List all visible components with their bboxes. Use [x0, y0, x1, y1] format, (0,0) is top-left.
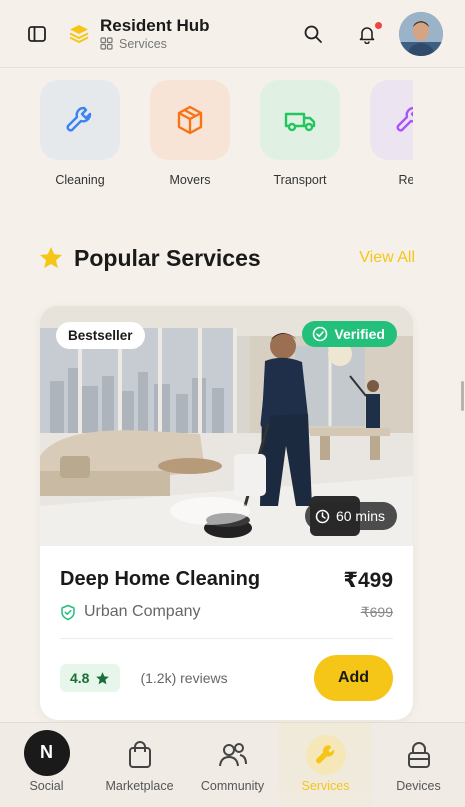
add-button[interactable]: Add [314, 655, 393, 701]
verified-label: Verified [334, 326, 385, 342]
box-icon [177, 105, 203, 135]
notifications-button[interactable] [349, 16, 385, 52]
wrench-icon [305, 735, 346, 775]
category-label: Rep [398, 173, 413, 187]
duration-badge: 60 mins [304, 502, 397, 530]
service-card[interactable]: Bestseller Verified 60 mins Deep Home Cl… [40, 306, 413, 720]
shopping-bag-icon [128, 741, 151, 768]
verified-badge: Verified [302, 321, 397, 347]
app-title: Resident Hub [100, 16, 210, 35]
rating-badge: 4.8 [60, 664, 121, 692]
category-tile [370, 80, 413, 160]
original-price: ₹699 [360, 603, 393, 620]
top-header: Resident Hub Services [0, 0, 465, 68]
breadcrumb-label: Services [119, 37, 167, 51]
category-transport[interactable]: Transport [260, 80, 340, 192]
review-count: (1.2k) reviews [140, 670, 228, 686]
truck-icon [284, 112, 316, 132]
nav-devices[interactable]: Devices [372, 723, 465, 807]
view-all-link[interactable]: View All [359, 249, 415, 267]
nav-social[interactable]: N Social [0, 723, 93, 807]
shield-check-icon [60, 604, 76, 621]
category-cleaning[interactable]: Cleaning [40, 80, 120, 192]
nav-label: Community [200, 779, 265, 793]
bottom-nav: N Social Marketplace Community Services … [0, 722, 465, 807]
sidebar-toggle-icon [28, 25, 46, 42]
nav-label: Services [301, 779, 350, 793]
category-movers[interactable]: Movers [150, 80, 230, 192]
section-title: Popular Services [74, 244, 261, 271]
nav-marketplace[interactable]: Marketplace [93, 723, 186, 807]
avatar[interactable] [399, 11, 443, 56]
category-label: Cleaning [55, 173, 105, 187]
service-price: ₹499 [343, 569, 393, 592]
header-actions [295, 11, 443, 56]
provider-name: Urban Company [84, 603, 201, 620]
search-icon [304, 25, 322, 43]
wrench-icon [396, 106, 413, 132]
lock-icon [407, 742, 430, 768]
bestseller-badge: Bestseller [56, 322, 145, 349]
notification-dot [373, 19, 384, 31]
category-strip[interactable]: Cleaning Movers Transport Rep [40, 80, 413, 192]
rating-value: 4.8 [70, 670, 90, 686]
category-label: Transport [273, 173, 327, 187]
nav-label: Marketplace [105, 779, 174, 793]
provider: Urban Company [60, 603, 201, 621]
wrench-icon [66, 106, 92, 132]
scrollbar[interactable] [461, 381, 464, 411]
divider [60, 638, 393, 639]
check-circle-icon [312, 326, 328, 342]
nav-services[interactable]: Services [279, 723, 372, 807]
nav-label: Social [29, 779, 64, 793]
clock-icon [315, 509, 330, 524]
category-label: Movers [169, 173, 211, 187]
brand: Resident Hub Services [100, 16, 210, 51]
layers-icon [66, 21, 92, 47]
breadcrumb[interactable]: Services [100, 37, 210, 51]
search-button[interactable] [295, 16, 331, 52]
category-repairs[interactable]: Rep [370, 80, 413, 192]
nav-label: Devices [396, 779, 441, 793]
service-details: Deep Home Cleaning ₹499 Urban Company ₹6… [40, 546, 413, 701]
category-tile [260, 80, 340, 160]
star-icon [40, 247, 62, 268]
popular-services-header: Popular Services View All [38, 240, 415, 276]
sidebar-toggle-button[interactable] [22, 19, 52, 49]
category-tile [40, 80, 120, 160]
service-name: Deep Home Cleaning [60, 568, 261, 590]
grid-icon [100, 37, 114, 51]
service-image: Bestseller Verified 60 mins [40, 306, 413, 546]
social-avatar: N [23, 729, 70, 776]
users-icon [218, 743, 247, 767]
nav-community[interactable]: Community [186, 723, 279, 807]
star-icon [95, 671, 110, 686]
duration-label: 60 mins [335, 508, 385, 524]
category-tile [150, 80, 230, 160]
